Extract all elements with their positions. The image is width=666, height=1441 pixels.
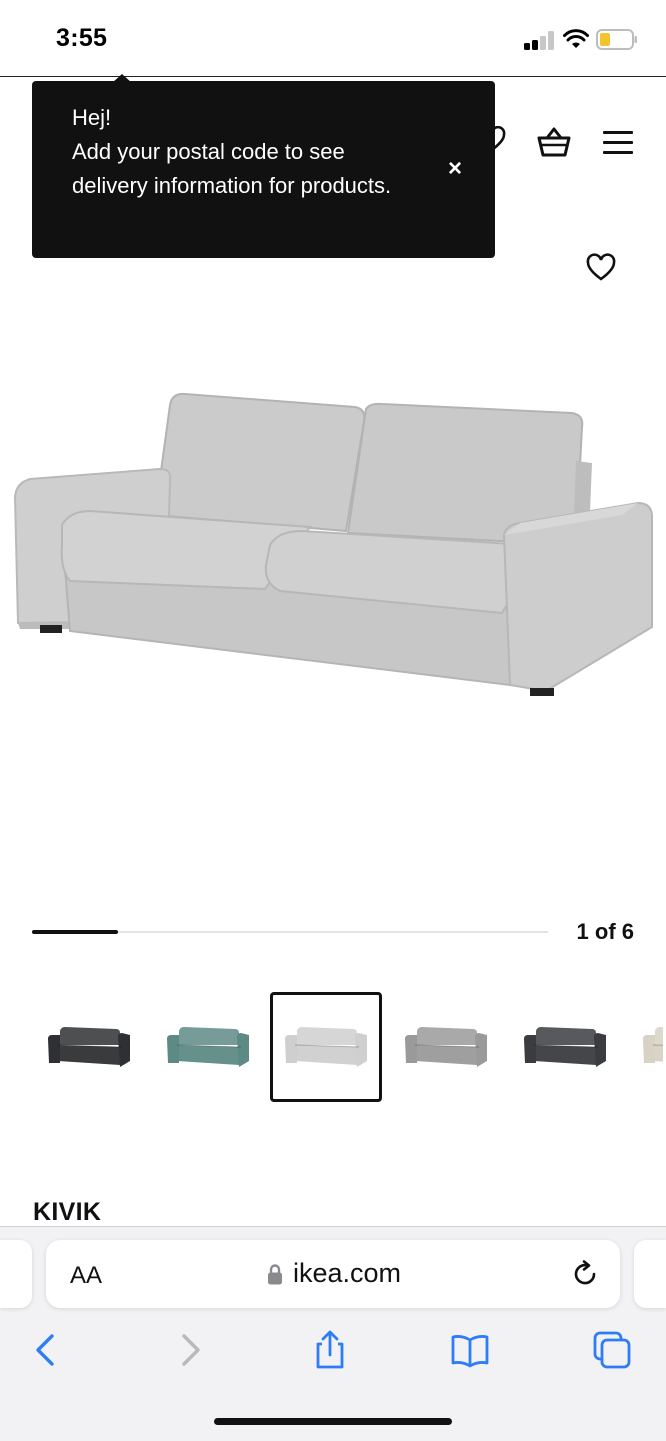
previous-tab-preview[interactable] (0, 1240, 32, 1308)
next-tab-preview[interactable] (634, 1240, 666, 1308)
lock-icon (268, 1264, 282, 1285)
status-time: 3:55 (56, 24, 108, 52)
forward-icon[interactable] (170, 1330, 210, 1370)
sofa-thumb-icon (285, 1027, 367, 1067)
back-icon[interactable] (26, 1330, 66, 1370)
battery-icon (596, 29, 637, 50)
tooltip-text: Hej! Add your postal code to see deliver… (72, 101, 402, 203)
cellular-signal-icon (524, 30, 556, 50)
hamburger-menu-icon[interactable] (603, 131, 633, 155)
wifi-icon (563, 29, 589, 48)
variant-thumb-teal[interactable] (152, 992, 264, 1102)
variant-thumb-medium-grey[interactable] (390, 992, 502, 1102)
header-divider (0, 76, 666, 77)
tooltip-message: Add your postal code to see delivery inf… (72, 139, 392, 198)
basket-icon[interactable] (536, 126, 572, 158)
variant-thumb-anthracite[interactable] (33, 992, 145, 1102)
share-icon[interactable] (310, 1330, 350, 1370)
tooltip-greeting: Hej! (72, 105, 112, 130)
reload-icon[interactable] (570, 1259, 600, 1289)
reader-settings-label: AA (70, 1262, 103, 1289)
url-text[interactable]: ikea.com (293, 1258, 401, 1289)
product-image-sofa[interactable] (10, 385, 656, 705)
sofa-thumb-icon (524, 1027, 606, 1067)
home-indicator (214, 1418, 452, 1425)
gallery-counter: 1 of 6 (576, 919, 634, 944)
favorite-heart-icon[interactable] (585, 253, 617, 283)
variant-thumb-light-grey[interactable] (270, 992, 382, 1102)
variant-thumb-dark-grey[interactable] (509, 992, 621, 1102)
product-name: KIVIK (33, 1198, 102, 1226)
tabs-icon[interactable] (592, 1330, 632, 1370)
sofa-thumb-icon (405, 1027, 487, 1067)
reader-settings-button[interactable]: AA (70, 1262, 102, 1290)
sofa-thumb-icon (167, 1027, 249, 1067)
sofa-thumb-icon (643, 1027, 663, 1063)
variant-thumb-beige[interactable] (628, 992, 666, 1102)
gallery-progress-fill (32, 930, 118, 934)
tooltip-close-button[interactable]: × (440, 154, 470, 184)
bookmarks-icon[interactable] (450, 1330, 490, 1370)
sofa-thumb-icon (48, 1027, 130, 1067)
